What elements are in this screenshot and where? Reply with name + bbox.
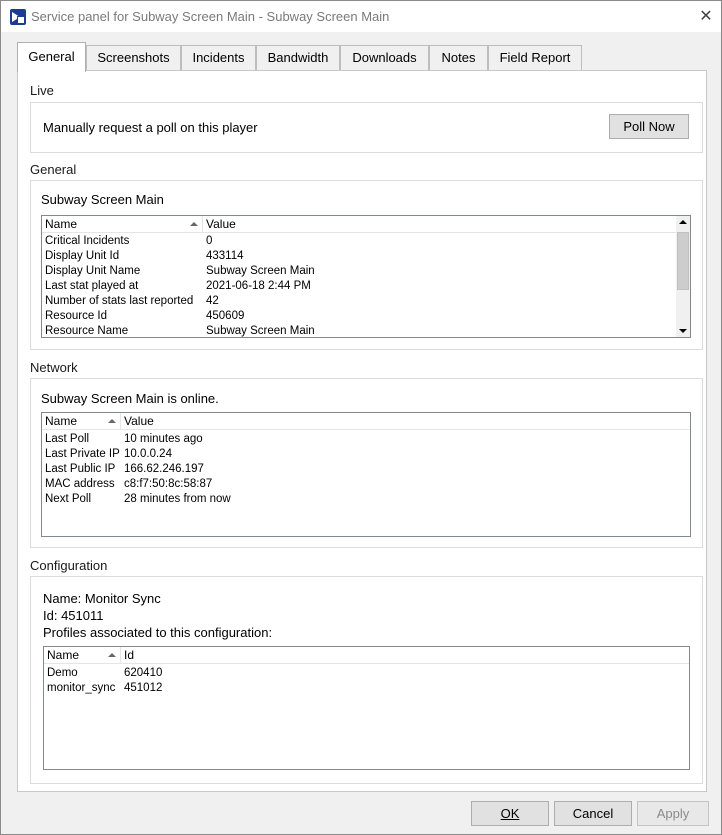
row-name: Resource Id <box>45 310 108 322</box>
network-heading: Network <box>30 360 78 375</box>
row-value: 42 <box>206 295 219 307</box>
sort-ascending-icon <box>108 419 116 423</box>
row-value: 450609 <box>206 310 245 322</box>
ok-button[interactable]: OK <box>471 801 549 826</box>
tab-notes[interactable]: Notes <box>429 45 488 72</box>
apply-button-label: Apply <box>656 806 690 821</box>
row-id: 451012 <box>124 682 163 694</box>
network-status: Subway Screen Main is online. <box>41 391 219 406</box>
scroll-thumb[interactable] <box>677 232 689 290</box>
row-value: 0 <box>206 235 213 247</box>
row-name: Critical Incidents <box>45 235 130 247</box>
apply-button[interactable]: Apply <box>637 801 709 826</box>
cancel-button[interactable]: Cancel <box>554 801 632 826</box>
app-logo-icon <box>10 9 26 25</box>
tab-field-report-label: Field Report <box>499 50 571 65</box>
profiles-list-header: Name Id <box>44 647 689 664</box>
tab-general-label: General <box>28 49 75 64</box>
live-group: Manually request a poll on this player P… <box>30 102 703 153</box>
column-header-id-label: Id <box>124 648 135 662</box>
general-subtitle: Subway Screen Main <box>41 192 164 207</box>
row-name: Last Private IP <box>45 448 120 460</box>
row-name: Next Poll <box>45 493 92 505</box>
tab-downloads-label: Downloads <box>352 50 417 65</box>
profiles-label: Profiles associated to this configuratio… <box>43 625 273 640</box>
tab-bandwidth-label: Bandwidth <box>267 50 329 65</box>
general-heading: General <box>30 162 77 177</box>
configuration-group: Name: Monitor Sync Id: 451011 Profiles a… <box>30 576 703 784</box>
row-name: MAC address <box>45 478 115 490</box>
configuration-id: Id: 451011 <box>43 608 104 623</box>
column-header-name[interactable]: Name <box>42 216 203 233</box>
live-description: Manually request a poll on this player <box>43 120 258 135</box>
column-header-value[interactable]: Value <box>121 413 690 430</box>
tab-notes-label: Notes <box>441 50 476 65</box>
configuration-heading: Configuration <box>30 558 108 573</box>
tab-bandwidth[interactable]: Bandwidth <box>256 45 340 72</box>
sort-ascending-icon <box>190 222 198 226</box>
row-value: Subway Screen Main <box>206 265 315 277</box>
close-icon[interactable]: ✕ <box>691 1 721 32</box>
row-name: Resource Name <box>45 325 129 337</box>
row-value: c8:f7:50:8c:58:87 <box>124 478 213 490</box>
scroll-up-icon[interactable] <box>679 220 687 224</box>
row-name: Last Public IP <box>45 463 116 475</box>
general-properties-list[interactable]: Name Value Critical Incidents 0 Display U… <box>41 215 691 338</box>
row-name: Demo <box>47 667 78 679</box>
row-value: 10.0.0.24 <box>124 448 172 460</box>
scroll-down-icon[interactable] <box>679 329 687 333</box>
general-list-scrollbar[interactable] <box>676 216 690 337</box>
general-tab-panel: Live Manually request a poll on this pla… <box>17 70 707 792</box>
network-group: Subway Screen Main is online. Name Value… <box>30 378 703 548</box>
network-properties-list[interactable]: Name Value Last Poll 10 minutes ago Last … <box>41 412 691 537</box>
tab-screenshots-label: Screenshots <box>97 50 170 65</box>
column-header-name[interactable]: Name <box>44 647 121 664</box>
row-value: 433114 <box>206 250 244 262</box>
sort-ascending-icon <box>108 653 116 657</box>
column-header-name-label: Name <box>45 217 78 231</box>
general-list-header: Name Value <box>42 216 690 233</box>
window-title: Service panel for Subway Screen Main - S… <box>31 9 390 24</box>
row-value: 28 minutes from now <box>124 493 231 505</box>
live-heading: Live <box>30 83 54 98</box>
ok-button-label: OK <box>500 806 520 821</box>
column-header-id[interactable]: Id <box>121 647 689 664</box>
tab-screenshots[interactable]: Screenshots <box>86 45 181 72</box>
cancel-button-label: Cancel <box>572 806 614 821</box>
tab-general[interactable]: General <box>17 42 86 72</box>
tab-strip: General Screenshots Incidents Bandwidth … <box>17 42 707 72</box>
tab-incidents[interactable]: Incidents <box>181 45 256 72</box>
row-name: Display Unit Id <box>45 250 120 262</box>
row-id: 620410 <box>124 667 163 679</box>
tab-field-report[interactable]: Field Report <box>488 45 582 72</box>
configuration-name: Name: Monitor Sync <box>43 591 161 606</box>
network-list-header: Name Value <box>42 413 690 430</box>
tab-incidents-label: Incidents <box>192 50 245 65</box>
row-name: Last Poll <box>45 433 90 445</box>
row-name: Display Unit Name <box>45 265 141 277</box>
column-header-name-label: Name <box>47 648 80 662</box>
tab-downloads[interactable]: Downloads <box>340 45 429 72</box>
row-name: Last stat played at <box>45 280 139 292</box>
row-name: monitor_sync <box>47 682 116 694</box>
poll-now-button[interactable]: Poll Now <box>609 114 689 139</box>
row-value: 166.62.246.197 <box>124 463 204 475</box>
row-value: 2021-06-18 2:44 PM <box>206 280 311 292</box>
profiles-list[interactable]: Name Id Demo 620410 monitor_sync 451012 <box>43 646 690 770</box>
general-group: Subway Screen Main Name Value Critical I… <box>30 180 703 350</box>
title-bar[interactable]: Service panel for Subway Screen Main - S… <box>1 1 721 32</box>
column-header-value-label: Value <box>124 414 154 428</box>
column-header-value-label: Value <box>206 217 236 231</box>
row-value: 10 minutes ago <box>124 433 203 445</box>
row-name: Number of stats last reported <box>45 295 194 307</box>
column-header-value[interactable]: Value <box>203 216 678 233</box>
column-header-name-label: Name <box>45 414 78 428</box>
column-header-name[interactable]: Name <box>42 413 121 430</box>
service-panel-window: Service panel for Subway Screen Main - S… <box>0 0 722 835</box>
row-value: Subway Screen Main <box>206 325 315 337</box>
